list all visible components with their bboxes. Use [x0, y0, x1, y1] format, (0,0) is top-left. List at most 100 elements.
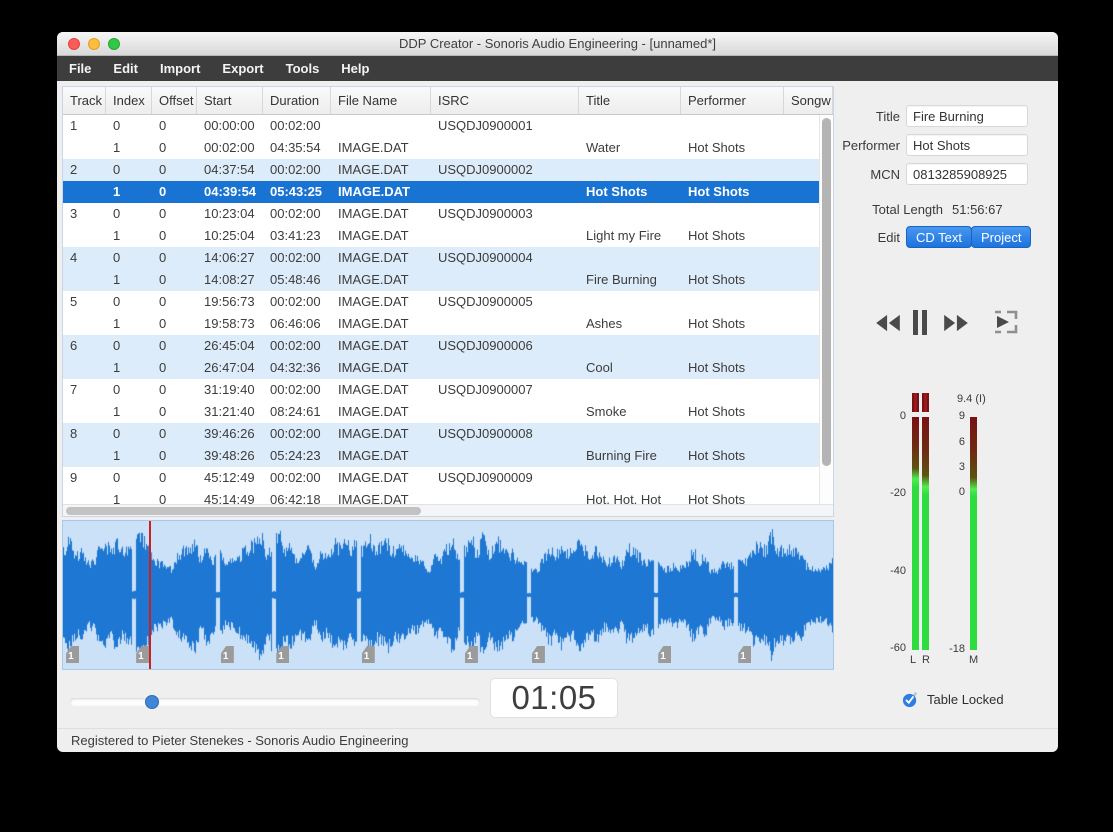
menu-tools[interactable]: Tools — [275, 56, 331, 81]
table-row[interactable]: 1045:14:4906:42:18IMAGE.DATHot, Hot, Hot… — [63, 489, 819, 504]
seek-slider-thumb[interactable] — [145, 695, 159, 709]
table-cell-index: 1 — [106, 489, 152, 504]
horizontal-scrollbar[interactable] — [63, 504, 833, 516]
table-cell-title — [579, 335, 681, 357]
table-cell-file: IMAGE.DAT — [331, 357, 431, 379]
table-cell-file: IMAGE.DAT — [331, 445, 431, 467]
fast-forward-button[interactable] — [943, 313, 969, 338]
table-cell-duration: 06:42:18 — [263, 489, 331, 504]
table-cell-offset: 0 — [152, 313, 197, 335]
table-cell-performer — [681, 291, 784, 313]
table-cell-title — [579, 291, 681, 313]
table-cell-duration: 00:02:00 — [263, 423, 331, 445]
table-row[interactable]: 50019:56:7300:02:00IMAGE.DATUSQDJ0900005 — [63, 291, 819, 313]
pause-button[interactable] — [911, 309, 929, 341]
table-cell-isrc — [431, 489, 579, 504]
menu-edit[interactable]: Edit — [102, 56, 149, 81]
table-row[interactable]: 10000:00:0000:02:00USQDJ0900001 — [63, 115, 819, 137]
menu-file[interactable]: File — [58, 56, 102, 81]
table-cell-title: Burning Fire — [579, 445, 681, 467]
table-row[interactable]: 60026:45:0400:02:00IMAGE.DATUSQDJ0900006 — [63, 335, 819, 357]
table-row[interactable]: 40014:06:2700:02:00IMAGE.DATUSQDJ0900004 — [63, 247, 819, 269]
table-cell-songwriter — [784, 357, 819, 379]
table-row[interactable]: 80039:46:2600:02:00IMAGE.DATUSQDJ0900008 — [63, 423, 819, 445]
table-cell-duration: 03:41:23 — [263, 225, 331, 247]
menu-import[interactable]: Import — [149, 56, 211, 81]
cd-text-button[interactable]: CD Text — [906, 226, 972, 248]
title-field-label: Title — [797, 109, 900, 124]
table-cell-file: IMAGE.DAT — [331, 379, 431, 401]
menu-help[interactable]: Help — [330, 56, 380, 81]
column-header-isrc[interactable]: ISRC — [431, 87, 579, 114]
table-cell-file: IMAGE.DAT — [331, 225, 431, 247]
column-header-start[interactable]: Start — [197, 87, 263, 114]
table-cell-file: IMAGE.DAT — [331, 401, 431, 423]
table-cell-start: 14:08:27 — [197, 269, 263, 291]
column-header-performer[interactable]: Performer — [681, 87, 784, 114]
table-cell-offset: 0 — [152, 115, 197, 137]
minimize-button[interactable] — [88, 38, 100, 50]
seek-slider[interactable] — [70, 698, 480, 706]
table-row[interactable]: 1031:21:4008:24:61IMAGE.DATSmokeHot Shot… — [63, 401, 819, 423]
performer-field[interactable] — [906, 134, 1028, 156]
table-row[interactable]: 30010:23:0400:02:00IMAGE.DATUSQDJ0900003 — [63, 203, 819, 225]
mono-channel-label: M — [969, 654, 978, 666]
playhead-cursor[interactable] — [149, 521, 151, 669]
table-row[interactable]: 20004:37:5400:02:00IMAGE.DATUSQDJ0900002 — [63, 159, 819, 181]
table-row[interactable]: 1019:58:7306:46:06IMAGE.DATAshesHot Shot… — [63, 313, 819, 335]
table-cell-duration: 04:32:36 — [263, 357, 331, 379]
table-locked-checkbox[interactable] — [902, 691, 919, 708]
project-button[interactable]: Project — [971, 226, 1031, 248]
table-row[interactable]: 1026:47:0404:32:36IMAGE.DATCoolHot Shots — [63, 357, 819, 379]
table-cell-track — [63, 445, 106, 467]
table-cell-title — [579, 467, 681, 489]
column-header-duration[interactable]: Duration — [263, 87, 331, 114]
loudness-readout: 9.4 (I) — [957, 393, 986, 405]
table-cell-track — [63, 313, 106, 335]
table-row[interactable]: 1004:39:5405:43:25IMAGE.DATHot ShotsHot … — [63, 181, 819, 203]
column-header-index[interactable]: Index — [106, 87, 152, 114]
rewind-button[interactable] — [875, 313, 901, 338]
table-cell-isrc: USQDJ0900001 — [431, 115, 579, 137]
column-header-track[interactable]: Track — [63, 87, 106, 114]
table-cell-start: 26:45:04 — [197, 335, 263, 357]
table-cell-performer — [681, 423, 784, 445]
table-cell-title: Hot, Hot, Hot — [579, 489, 681, 504]
zoom-button[interactable] — [108, 38, 120, 50]
table-row[interactable]: 1000:02:0004:35:54IMAGE.DATWaterHot Shot… — [63, 137, 819, 159]
column-header-title[interactable]: Title — [579, 87, 681, 114]
table-row[interactable]: 70031:19:4000:02:00IMAGE.DATUSQDJ0900007 — [63, 379, 819, 401]
title-field[interactable] — [906, 105, 1028, 127]
table-cell-songwriter — [784, 181, 819, 203]
table-row[interactable]: 90045:12:4900:02:00IMAGE.DATUSQDJ0900009 — [63, 467, 819, 489]
lr-scale-tick: -40 — [867, 565, 906, 577]
column-header-offset[interactable]: Offset — [152, 87, 197, 114]
table-row[interactable]: 1010:25:0403:41:23IMAGE.DATLight my Fire… — [63, 225, 819, 247]
play-range-button[interactable] — [993, 309, 1019, 340]
table-cell-start: 00:02:00 — [197, 137, 263, 159]
lr-scale-tick: -20 — [867, 487, 906, 499]
total-length-value: 51:56:67 — [952, 202, 1003, 217]
table-cell-track — [63, 225, 106, 247]
table-row[interactable]: 1014:08:2705:48:46IMAGE.DATFire BurningH… — [63, 269, 819, 291]
table-cell-performer — [681, 335, 784, 357]
table-cell-title: Fire Burning — [579, 269, 681, 291]
loudness-scale-tick: 0 — [927, 486, 965, 498]
table-cell-duration: 08:24:61 — [263, 401, 331, 423]
horizontal-scrollbar-thumb[interactable] — [66, 507, 421, 515]
table-cell-track — [63, 137, 106, 159]
table-cell-track — [63, 357, 106, 379]
table-cell-isrc — [431, 137, 579, 159]
close-button[interactable] — [68, 38, 80, 50]
column-header-file-name[interactable]: File Name — [331, 87, 431, 114]
table-cell-track — [63, 269, 106, 291]
menu-export[interactable]: Export — [211, 56, 274, 81]
table-cell-duration: 05:48:46 — [263, 269, 331, 291]
mcn-field[interactable] — [906, 163, 1028, 185]
table-row[interactable]: 1039:48:2605:24:23IMAGE.DATBurning FireH… — [63, 445, 819, 467]
table-cell-duration: 00:02:00 — [263, 203, 331, 225]
table-cell-file: IMAGE.DAT — [331, 181, 431, 203]
waveform-display[interactable]: 111111111 — [62, 520, 834, 670]
table-cell-file: IMAGE.DAT — [331, 467, 431, 489]
table-cell-index: 0 — [106, 423, 152, 445]
